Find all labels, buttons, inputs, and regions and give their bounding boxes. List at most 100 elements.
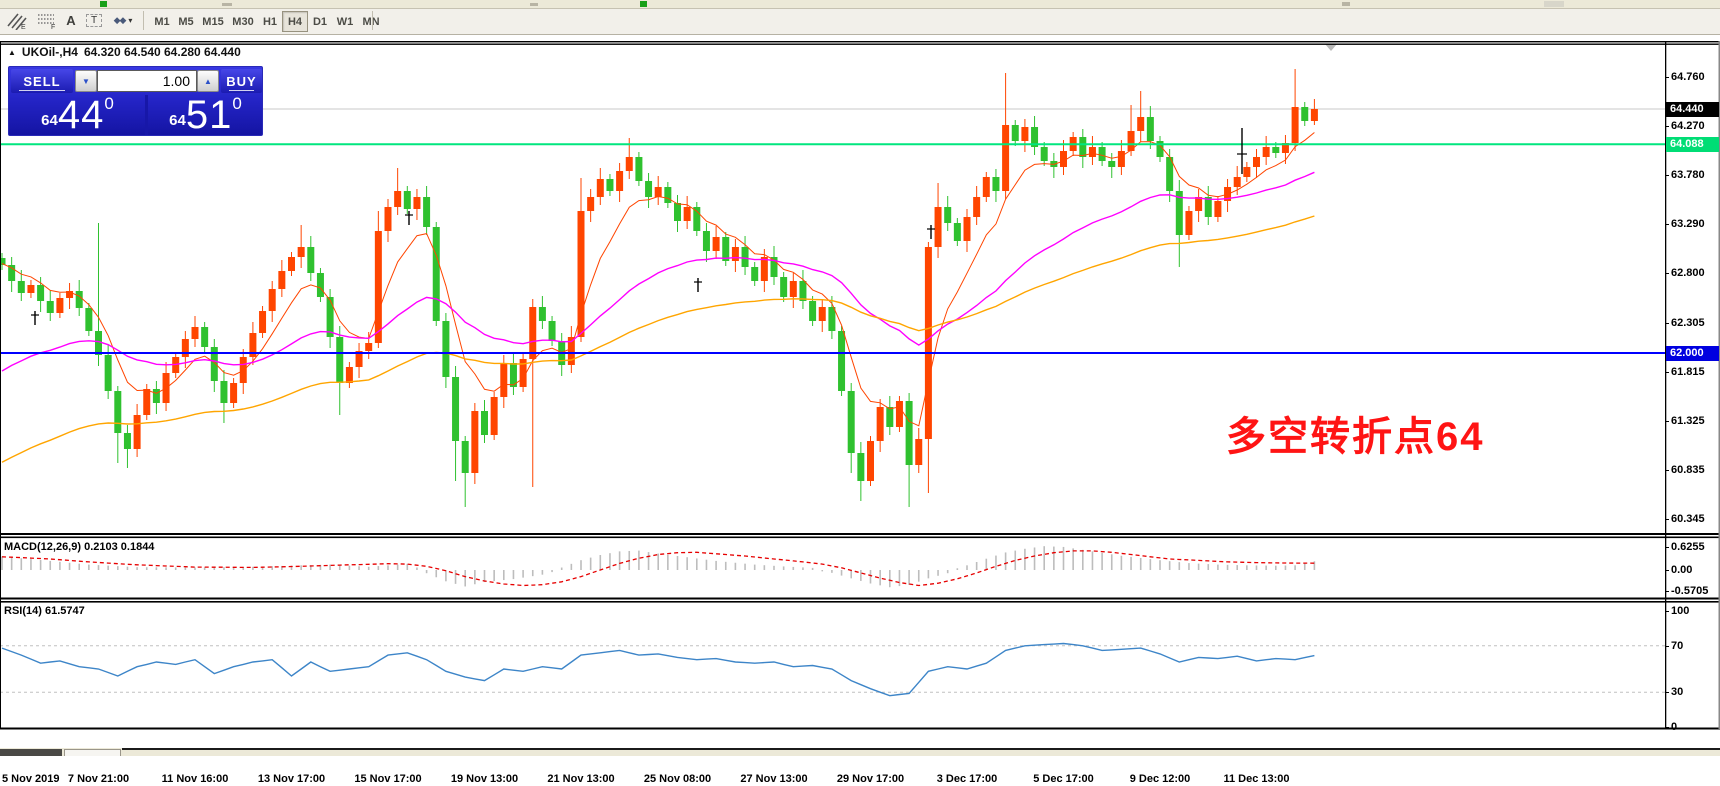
equidistant-lines-tool-icon[interactable]: E [4,10,30,31]
candle-body [1021,127,1028,141]
svg-text:E: E [21,24,26,30]
candle-body [606,179,613,191]
sell-price-display[interactable]: 64 44 0 [11,95,144,135]
chevron-down-icon: ▾ [128,16,132,25]
pane-border [0,41,1720,42]
candle-body [442,321,449,377]
time-axis-label: 7 Nov 21:00 [59,772,139,786]
candle-body [1002,125,1009,191]
timeframe-button-d1[interactable]: D1 [308,11,332,32]
candle-body [828,307,835,331]
chart-header: ▲ UKOil-,H4 64.320 64.540 64.280 64.440 [8,45,241,59]
time-axis-label: 15 Nov 17:00 [348,772,428,786]
chart-shift-marker-icon[interactable] [1325,44,1337,51]
sell-price-pips: 44 [58,98,105,132]
candle-body [317,273,324,297]
timeframe-button-m15[interactable]: M15 [198,11,228,32]
one-click-trade-panel: SELL ▼ 1.00 ▲ BUY 64 44 0 64 51 0 [8,66,263,136]
time-axis-label: 27 Nov 13:00 [734,772,814,786]
volume-increase-button[interactable]: ▲ [197,70,219,92]
sell-button[interactable]: SELL [11,69,73,93]
time-axis-label: 11 Dec 13:00 [1217,772,1297,786]
candle-body [201,327,208,347]
candle-body [626,157,633,171]
candle-body [220,381,227,403]
time-axis-label: 29 Nov 17:00 [831,772,911,786]
candle-body [56,298,63,313]
volume-input[interactable]: 1.00 [97,70,197,92]
buy-button[interactable]: BUY [221,69,262,93]
chart-window[interactable]: 64.76064.27063.78063.29062.80062.30561.8… [0,41,1720,748]
toolbar-separator [143,11,144,30]
candle-body [404,191,411,209]
candle-body [278,271,285,289]
candle-body [491,397,498,435]
text-label-tool-icon[interactable]: T [84,10,104,31]
candle-body [722,237,729,261]
timeframe-button-h1[interactable]: H1 [258,11,282,32]
candle-body [134,415,141,449]
buy-price-pips: 51 [186,98,233,132]
candle-body [587,197,594,211]
timeframe-button-m30[interactable]: M30 [228,11,258,32]
rsi-label: RSI(14) 61.5747 [4,605,85,617]
ma-slow [2,216,1314,462]
candle-body [935,207,942,247]
timeframe-button-m1[interactable]: M1 [150,11,174,32]
candle-body [76,291,83,308]
candle-body [1012,125,1019,141]
volume-decrease-button[interactable]: ▼ [75,70,97,92]
candle-body [47,301,54,313]
candle-body [954,223,961,241]
candle-body [37,285,44,301]
tab-strip-border [122,748,1720,750]
candle-body [1185,211,1192,235]
candle-body [307,247,314,273]
buy-price-display[interactable]: 64 51 0 [149,95,262,135]
time-axis-label: 13 Nov 17:00 [252,772,332,786]
buy-price-integer: 64 [169,110,186,132]
candle-body [799,281,806,301]
candle-body [964,217,971,241]
timeframe-button-h4[interactable]: H4 [282,11,308,32]
candle-body [1099,147,1106,161]
collapse-triangle-icon[interactable]: ▲ [8,48,16,57]
candle-body [105,355,112,391]
text-tool-icon[interactable]: A [62,10,80,31]
candle-body [1089,147,1096,157]
chevron-down-icon: ▼ [82,77,90,86]
toolbar-icon-fragment [222,3,232,6]
toolbar-separator [372,11,373,30]
candle-body [645,181,652,197]
candle-body [732,247,739,261]
candle-body [684,207,691,221]
timeframe-button-w1[interactable]: W1 [332,11,358,32]
price-box-divider [145,95,148,135]
toolbar-icon-fragment [640,1,647,7]
shapes-tool-icon[interactable]: ◆◆ ▾ [108,10,138,31]
candle-body [153,389,160,403]
chart-plot-area[interactable] [0,41,1720,748]
fibo-grid-tool-icon[interactable]: F [34,10,60,31]
toolbar-icon-fragment [1342,2,1350,6]
candle-body [1272,147,1279,153]
chart-tab-active[interactable] [0,749,62,756]
candle-body [867,441,874,481]
candle-body [1147,117,1154,141]
candle-body [365,343,372,351]
candle-body [1108,161,1115,167]
top-toolbar-sliver [0,0,1720,9]
candle-body [896,401,903,427]
timeframe-button-m5[interactable]: M5 [174,11,198,32]
pane-border [0,44,1720,45]
chart-tab[interactable] [64,749,121,756]
candle-body [761,257,768,281]
candle-body [462,441,469,473]
candle-body [85,308,92,331]
candle-body [877,407,884,441]
ohlc-readout: 64.320 64.540 64.280 64.440 [84,45,241,59]
timeframe-button-mn[interactable]: MN [358,11,384,32]
candle-body [857,453,864,481]
candle-body [298,247,305,257]
time-axis-label: 9 Dec 12:00 [1120,772,1200,786]
